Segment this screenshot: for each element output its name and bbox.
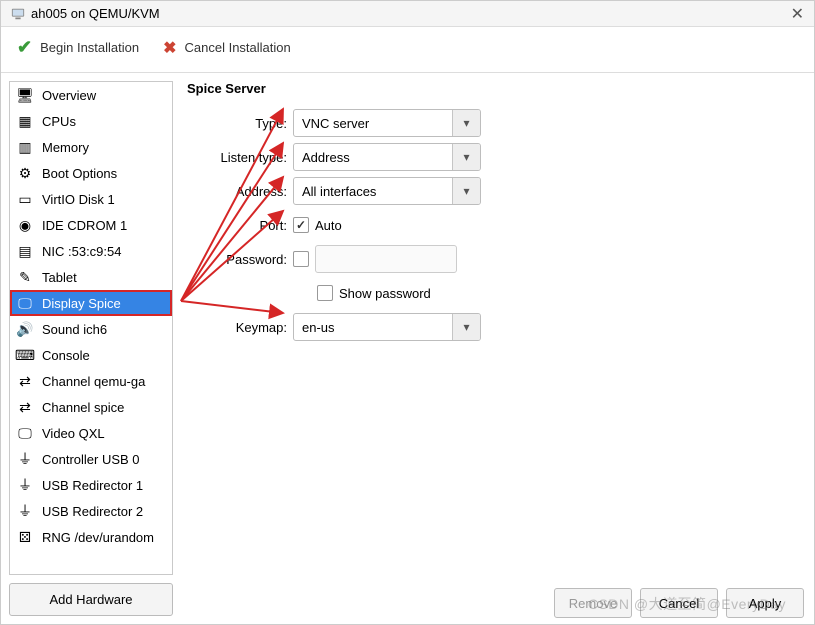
window-title: ah005 on QEMU/KVM	[31, 6, 160, 21]
port-label: Port:	[187, 218, 293, 233]
sidebar-item-label: Channel qemu-ga	[42, 374, 145, 389]
address-select[interactable]: All interfaces	[293, 177, 481, 205]
type-select[interactable]: VNC server	[293, 109, 481, 137]
channel-icon	[16, 372, 34, 390]
monitor-icon	[16, 86, 34, 104]
tablet-icon	[16, 268, 34, 286]
address-label: Address:	[187, 184, 293, 199]
sidebar-item-label: Display Spice	[42, 296, 121, 311]
content-area: Overview CPUs Memory Boot Options VirtIO…	[1, 73, 814, 624]
footer-buttons: Remove Cancel Apply	[554, 588, 804, 618]
rng-icon	[16, 528, 34, 546]
sidebar-item-label: IDE CDROM 1	[42, 218, 127, 233]
type-label: Type:	[187, 116, 293, 131]
sidebar-item-usb-redirector-1[interactable]: USB Redirector 1	[10, 472, 172, 498]
vm-icon	[11, 7, 25, 21]
sidebar: Overview CPUs Memory Boot Options VirtIO…	[1, 73, 179, 624]
sidebar-item-memory[interactable]: Memory	[10, 134, 172, 160]
panel-title: Spice Server	[187, 81, 804, 96]
sidebar-item-label: CPUs	[42, 114, 76, 129]
nic-icon	[16, 242, 34, 260]
remove-button[interactable]: Remove	[554, 588, 632, 618]
begin-installation-button[interactable]: ✔ Begin Installation	[17, 37, 139, 58]
sidebar-item-boot-options[interactable]: Boot Options	[10, 160, 172, 186]
port-auto-label: Auto	[315, 218, 342, 233]
password-input[interactable]	[315, 245, 457, 273]
sidebar-item-channel-qemu-ga[interactable]: Channel qemu-ga	[10, 368, 172, 394]
details-panel: Spice Server Type: VNC server Listen typ…	[179, 73, 814, 624]
cancel-icon: ✖	[163, 38, 176, 58]
sidebar-item-controller-usb[interactable]: Controller USB 0	[10, 446, 172, 472]
sidebar-item-label: Console	[42, 348, 90, 363]
sidebar-item-label: NIC :53:c9:54	[42, 244, 122, 259]
window-close-button[interactable]: ✕	[791, 4, 804, 24]
keymap-select[interactable]: en-us	[293, 313, 481, 341]
sidebar-item-label: USB Redirector 2	[42, 504, 143, 519]
sidebar-item-video-qxl[interactable]: Video QXL	[10, 420, 172, 446]
sidebar-item-label: Boot Options	[42, 166, 117, 181]
sidebar-item-channel-spice[interactable]: Channel spice	[10, 394, 172, 420]
listen-type-value: Address	[294, 150, 452, 165]
show-password-label: Show password	[339, 286, 431, 301]
titlebar: ah005 on QEMU/KVM ✕	[1, 1, 814, 27]
channel-icon	[16, 398, 34, 416]
sidebar-item-label: USB Redirector 1	[42, 478, 143, 493]
check-icon: ✔	[17, 37, 32, 58]
sidebar-item-label: VirtIO Disk 1	[42, 192, 115, 207]
disk-icon	[16, 190, 34, 208]
sidebar-item-cpus[interactable]: CPUs	[10, 108, 172, 134]
sidebar-item-usb-redirector-2[interactable]: USB Redirector 2	[10, 498, 172, 524]
sidebar-item-label: Channel spice	[42, 400, 124, 415]
usb-icon	[16, 502, 34, 520]
address-value: All interfaces	[294, 184, 452, 199]
sidebar-item-console[interactable]: Console	[10, 342, 172, 368]
listen-type-label: Listen type:	[187, 150, 293, 165]
chevron-down-icon[interactable]	[452, 110, 480, 136]
keymap-label: Keymap:	[187, 320, 293, 335]
memory-icon	[16, 138, 34, 156]
chevron-down-icon[interactable]	[452, 178, 480, 204]
sidebar-item-tablet[interactable]: Tablet	[10, 264, 172, 290]
begin-installation-label: Begin Installation	[40, 40, 139, 55]
sidebar-item-label: Overview	[42, 88, 96, 103]
sidebar-item-label: RNG /dev/urandom	[42, 530, 154, 545]
sidebar-item-label: Controller USB 0	[42, 452, 140, 467]
apply-button[interactable]: Apply	[726, 588, 804, 618]
keymap-value: en-us	[294, 320, 452, 335]
console-icon	[16, 346, 34, 364]
sidebar-item-sound[interactable]: Sound ich6	[10, 316, 172, 342]
chevron-down-icon[interactable]	[452, 314, 480, 340]
sidebar-item-label: Tablet	[42, 270, 77, 285]
sidebar-item-label: Video QXL	[42, 426, 105, 441]
sidebar-item-rng[interactable]: RNG /dev/urandom	[10, 524, 172, 550]
sound-icon	[16, 320, 34, 338]
display-icon	[16, 294, 34, 312]
sidebar-item-overview[interactable]: Overview	[10, 82, 172, 108]
listen-type-select[interactable]: Address	[293, 143, 481, 171]
usb-icon	[16, 476, 34, 494]
show-password-checkbox[interactable]	[317, 285, 333, 301]
cdrom-icon	[16, 216, 34, 234]
device-list: Overview CPUs Memory Boot Options VirtIO…	[9, 81, 173, 575]
usb-controller-icon	[16, 450, 34, 468]
port-auto-checkbox[interactable]	[293, 217, 309, 233]
sidebar-item-virtio-disk[interactable]: VirtIO Disk 1	[10, 186, 172, 212]
sidebar-item-nic[interactable]: NIC :53:c9:54	[10, 238, 172, 264]
password-label: Password:	[187, 252, 293, 267]
add-hardware-button[interactable]: Add Hardware	[9, 583, 173, 616]
cpu-icon	[16, 112, 34, 130]
sidebar-item-label: Memory	[42, 140, 89, 155]
password-checkbox[interactable]	[293, 251, 309, 267]
sidebar-item-label: Sound ich6	[42, 322, 107, 337]
cancel-button[interactable]: Cancel	[640, 588, 718, 618]
chevron-down-icon[interactable]	[452, 144, 480, 170]
boot-icon	[16, 164, 34, 182]
type-value: VNC server	[294, 116, 452, 131]
video-icon	[16, 424, 34, 442]
toolbar: ✔ Begin Installation ✖ Cancel Installati…	[1, 27, 814, 73]
sidebar-item-display-spice[interactable]: Display Spice	[10, 290, 172, 316]
cancel-installation-label: Cancel Installation	[185, 40, 291, 55]
sidebar-item-ide-cdrom[interactable]: IDE CDROM 1	[10, 212, 172, 238]
cancel-installation-button[interactable]: ✖ Cancel Installation	[163, 38, 291, 58]
